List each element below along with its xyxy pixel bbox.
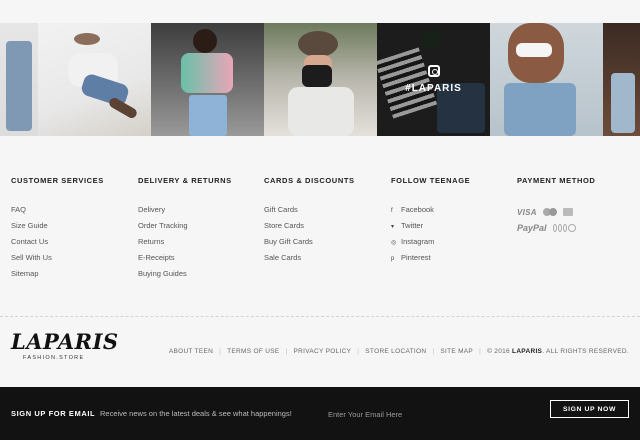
link-site-map[interactable]: SITE MAP bbox=[440, 348, 473, 355]
link-instagram[interactable]: ◎ Instagram bbox=[391, 237, 470, 253]
link-faq[interactable]: FAQ bbox=[11, 205, 104, 221]
newsletter-bar: SIGN UP FOR EMAIL Receive news on the la… bbox=[0, 387, 640, 440]
social-label: Instagram bbox=[401, 237, 435, 246]
social-label: Facebook bbox=[401, 205, 434, 214]
instagram-overlay: #LAPARIS bbox=[377, 23, 490, 136]
column-title: FOLLOW TEENAGE bbox=[391, 176, 471, 185]
column-title: CUSTOMER SERVICES bbox=[11, 176, 104, 185]
payment-row-2: PayPal bbox=[517, 221, 595, 235]
copyright: © 2016 LAPARIS. ALL RIGHTS RESERVED. bbox=[487, 348, 629, 355]
link-sitemap[interactable]: Sitemap bbox=[11, 269, 104, 285]
link-twitter[interactable]: ▾ Twitter bbox=[391, 221, 470, 237]
instagram-photo-6[interactable] bbox=[490, 23, 603, 136]
column-title: PAYMENT METHOD bbox=[517, 176, 596, 185]
payment-row-1: VISA bbox=[517, 205, 595, 219]
delivery-returns-column: DELIVERY & RETURNS Delivery Order Tracki… bbox=[138, 176, 232, 285]
brand-logo[interactable]: LAPARIS FASHION.STORE bbox=[11, 329, 119, 368]
mastercard-icon bbox=[542, 208, 557, 216]
card-icon bbox=[562, 208, 573, 216]
logo-text: LAPARIS bbox=[11, 329, 119, 354]
newsletter-title: SIGN UP FOR EMAIL bbox=[11, 409, 96, 418]
separator: | bbox=[219, 348, 222, 355]
link-store-cards[interactable]: Store Cards bbox=[264, 221, 355, 237]
footer-columns: CUSTOMER SERVICES FAQ Size Guide Contact… bbox=[11, 176, 631, 286]
link-buy-gift-cards[interactable]: Buy Gift Cards bbox=[264, 237, 355, 253]
pinterest-icon: p bbox=[391, 256, 395, 262]
link-gift-cards[interactable]: Gift Cards bbox=[264, 205, 355, 221]
copyright-brand: LAPARIS bbox=[512, 348, 543, 355]
link-store-location[interactable]: STORE LOCATION bbox=[365, 348, 426, 355]
column-title: DELIVERY & RETURNS bbox=[138, 176, 232, 185]
follow-column: FOLLOW TEENAGE f Facebook ▾ Twitter ◎ Insta… bbox=[391, 176, 470, 269]
link-pinterest[interactable]: p Pinterest bbox=[391, 253, 470, 269]
link-facebook[interactable]: f Facebook bbox=[391, 205, 470, 221]
separator: | bbox=[479, 348, 482, 355]
link-buying-guides[interactable]: Buying Guides bbox=[138, 269, 232, 285]
social-label: Twitter bbox=[401, 221, 424, 230]
link-contact-us[interactable]: Contact Us bbox=[11, 237, 104, 253]
link-returns[interactable]: Returns bbox=[138, 237, 232, 253]
customer-services-column: CUSTOMER SERVICES FAQ Size Guide Contact… bbox=[11, 176, 104, 285]
social-label: Pinterest bbox=[401, 253, 431, 262]
paypal-icon: PayPal bbox=[517, 223, 547, 233]
instagram-photo-4[interactable] bbox=[264, 23, 377, 136]
link-size-guide[interactable]: Size Guide bbox=[11, 221, 104, 237]
instagram-photo-2[interactable] bbox=[38, 23, 151, 136]
link-e-receipts[interactable]: E-Receipts bbox=[138, 253, 232, 269]
footer-divider bbox=[0, 316, 640, 317]
link-order-tracking[interactable]: Order Tracking bbox=[138, 221, 232, 237]
email-input[interactable] bbox=[328, 405, 528, 423]
payment-method-column: PAYMENT METHOD VISA PayPal bbox=[517, 176, 595, 237]
footer-page: #LAPARIS CUSTOMER SERVICES FAQ Size Guid… bbox=[0, 0, 640, 440]
link-sell-with-us[interactable]: Sell With Us bbox=[11, 253, 104, 269]
sign-up-button[interactable]: SIGN UP NOW bbox=[550, 400, 629, 418]
instagram-photo-3[interactable] bbox=[151, 23, 264, 136]
instagram-hashtag: #LAPARIS bbox=[405, 83, 462, 94]
instagram-photo-1[interactable] bbox=[0, 23, 38, 136]
copyright-suffix: . ALL RIGHTS RESERVED. bbox=[542, 348, 629, 355]
link-terms-of-use[interactable]: TERMS OF USE bbox=[227, 348, 279, 355]
twitter-icon: ▾ bbox=[391, 224, 395, 230]
logo-tagline: FASHION.STORE bbox=[23, 355, 85, 361]
copyright-prefix: © 2016 bbox=[487, 348, 510, 355]
separator: | bbox=[285, 348, 288, 355]
visa-icon: VISA bbox=[517, 207, 537, 217]
separator: | bbox=[357, 348, 360, 355]
contactless-icon bbox=[552, 224, 576, 232]
instagram-photo-5[interactable]: #LAPARIS bbox=[377, 23, 490, 136]
link-privacy-policy[interactable]: PRIVACY POLICY bbox=[294, 348, 352, 355]
separator: | bbox=[432, 348, 435, 355]
instagram-photo-7[interactable] bbox=[603, 23, 640, 136]
link-delivery[interactable]: Delivery bbox=[138, 205, 232, 221]
newsletter-description: Receive news on the latest deals & see w… bbox=[100, 409, 292, 418]
cards-discounts-column: CARDS & DISCOUNTS Gift Cards Store Cards… bbox=[264, 176, 355, 269]
link-sale-cards[interactable]: Sale Cards bbox=[264, 253, 355, 269]
facebook-icon: f bbox=[391, 208, 393, 214]
instagram-gallery: #LAPARIS bbox=[0, 23, 640, 136]
column-title: CARDS & DISCOUNTS bbox=[264, 176, 355, 185]
instagram-icon: ◎ bbox=[391, 240, 397, 246]
bottom-links: ABOUT TEEN | TERMS OF USE | PRIVACY POLI… bbox=[169, 348, 629, 355]
link-about-teen[interactable]: ABOUT TEEN bbox=[169, 348, 213, 355]
instagram-icon bbox=[427, 65, 440, 77]
